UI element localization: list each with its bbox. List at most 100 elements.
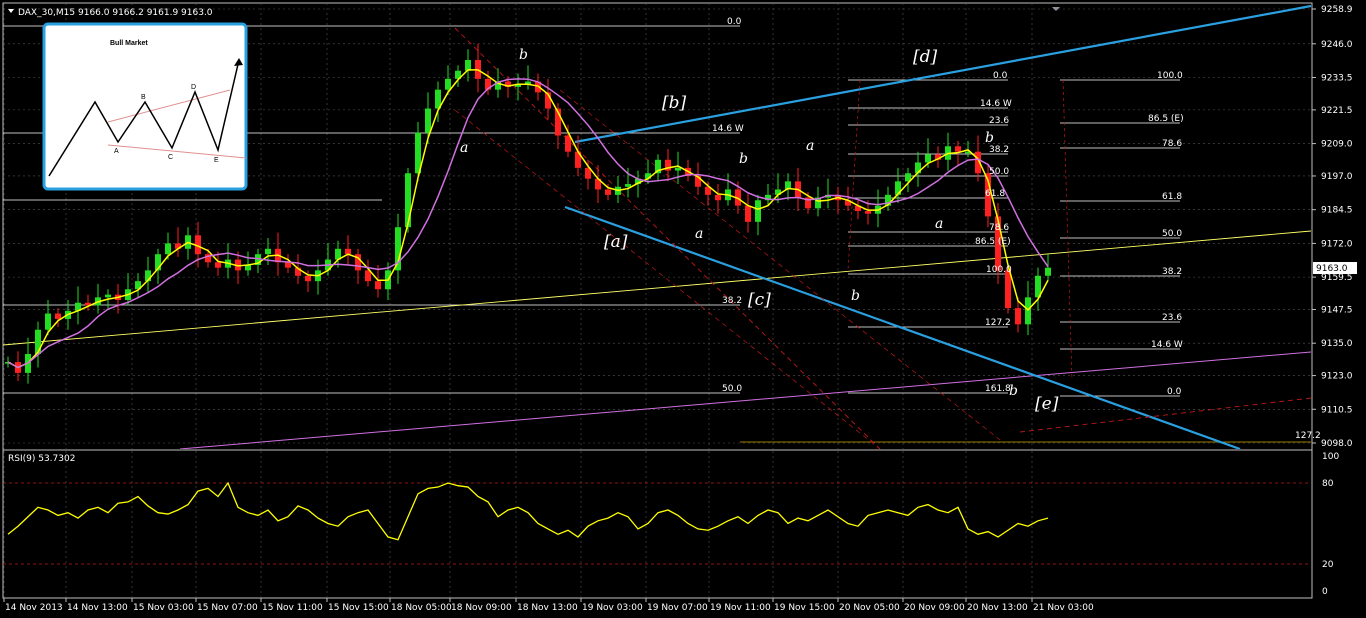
fib-label-mid: 86.5 (E) [975,237,1011,247]
candle-body[interactable] [565,135,571,152]
candle-body[interactable] [345,248,351,255]
wave-label: a [806,138,814,154]
rsi-tick-label: 80 [1322,479,1334,489]
candle-body[interactable] [865,211,871,214]
wave-label: a [695,226,703,242]
rsi-header: RSI(9) 53.7302 [8,454,75,464]
candle-body[interactable] [165,243,171,255]
fib-label-mid: 100.0 [986,265,1012,275]
candle-body[interactable] [215,262,221,268]
candle-body[interactable] [285,262,291,268]
price-tick-label: 9135.0 [1321,339,1353,349]
chart-window: DAX_30,M15 9166.0 9166.2 9161.9 9163.0 R… [0,0,1366,618]
candle-body[interactable] [405,173,411,228]
time-tick-label: 14 Nov 13:00 [67,603,128,613]
red-channel-4[interactable] [1019,397,1311,433]
price-tick-label: 9197.0 [1321,172,1353,182]
inset-point-e: E [214,157,219,164]
time-tick-label: 21 Nov 03:00 [1033,603,1094,613]
violet-trendline[interactable] [179,351,1311,449]
inset-point-c: C [168,154,173,161]
fib-label-right: 78.6 [1162,139,1182,149]
red-channel-1[interactable] [454,27,881,449]
candle-body[interactable] [45,313,51,330]
price-axis: 9258.9 9246.0 9233.5 9221.5 9209.0 9197.0 9184… [1312,5,1353,449]
fib-label-left: 0.0 [727,17,742,27]
rsi-tick-label: 20 [1322,560,1334,570]
rsi-tick-label: 100 [1322,452,1339,462]
red-channel-3[interactable] [559,89,1001,441]
rsi-tick-label: 0 [1322,587,1328,597]
wave-label: [a] [604,232,628,252]
wave-label: a [935,216,943,232]
fib-label-right: 61.8 [1162,192,1182,202]
fib-label-right: 14.6 W [1151,340,1183,350]
time-tick-label: 15 Nov 11:00 [262,603,323,613]
inset-point-b: B [141,94,146,101]
current-price-label: 9163.0 [1316,264,1348,274]
candle-body[interactable] [35,329,41,354]
candle-body[interactable] [1015,308,1021,325]
rsi-panel-frame [2,449,1313,599]
candle-body[interactable] [925,154,931,163]
price-tick-label: 9123.0 [1321,372,1353,382]
wave-label: [e] [1035,394,1059,414]
fib-label-left: 50.0 [722,384,742,394]
candle-body[interactable] [1045,267,1051,276]
fib-label-mid: 50.0 [989,167,1009,177]
price-tick-label: 9246.0 [1321,40,1353,50]
wave-label: [c] [748,290,771,310]
candle-body[interactable] [1005,270,1011,309]
candle-body[interactable] [605,189,611,195]
candle-body[interactable] [715,194,721,201]
price-tick-label: 9184.5 [1321,206,1353,216]
candle-body[interactable] [105,294,111,298]
candle-body[interactable] [745,205,751,222]
price-tick-label: 9221.5 [1321,106,1353,116]
fib-bottom-label: 127.2 [1295,431,1321,441]
candle-body[interactable] [895,181,901,195]
time-tick-label: 18 Nov 09:00 [451,603,512,613]
wave-label: b [1009,383,1018,399]
candle-body[interactable] [445,78,451,90]
candle-body[interactable] [955,146,961,152]
fib-label-mid: 38.2 [989,145,1009,155]
wave-label: [b] [662,93,687,113]
price-tick-label: 9258.9 [1321,5,1353,15]
fib-label-right: 86.5 (E) [1148,114,1184,124]
candle-body[interactable] [675,167,681,171]
candle-body[interactable] [755,200,761,222]
price-tick-label: 9172.0 [1321,239,1353,249]
rsi-line[interactable] [7,481,1049,541]
rsi-polyline[interactable] [7,481,1049,541]
wave-label: b [519,47,528,63]
time-tick-label: 20 Nov 13:00 [967,603,1028,613]
dropdown-arrow-icon[interactable] [8,9,14,13]
price-tick-label: 9233.5 [1321,74,1353,84]
time-tick-label: 19 Nov 07:00 [647,603,708,613]
wave-label: b [851,288,860,304]
price-tick-label: 9209.0 [1321,140,1353,150]
fib-label-mid: 61.8 [985,189,1005,199]
candle-body[interactable] [425,108,431,133]
candle-body[interactable] [55,313,61,319]
fib-label-left: 38.2 [722,296,742,306]
fib-label-mid: 127.2 [985,318,1011,328]
fib-label-mid: 23.6 [989,116,1009,126]
candle-body[interactable] [625,184,631,187]
time-tick-label: 19 Nov 03:00 [582,603,643,613]
fib-label-right: 38.2 [1162,267,1182,277]
bull-market-inset: Bull Market A B C D E [42,22,248,191]
candle-body[interactable] [375,281,381,290]
fib-label-right: 0.0 [1167,387,1182,397]
time-tick-label: 15 Nov 07:00 [197,603,258,613]
fib-label-left: 14.6 W [712,124,744,134]
inset-point-d: D [191,84,196,91]
candle-body[interactable] [265,248,271,255]
fib-label-right: 50.0 [1162,229,1182,239]
candle-body[interactable] [305,275,311,282]
fib-label-mid: 78.6 [989,223,1009,233]
fib-label-mid: 0.0 [993,71,1008,81]
wave-label: [d] [913,47,938,67]
price-chart[interactable]: DAX_30,M15 9166.0 9166.2 9161.9 9163.0 R… [0,0,1366,618]
